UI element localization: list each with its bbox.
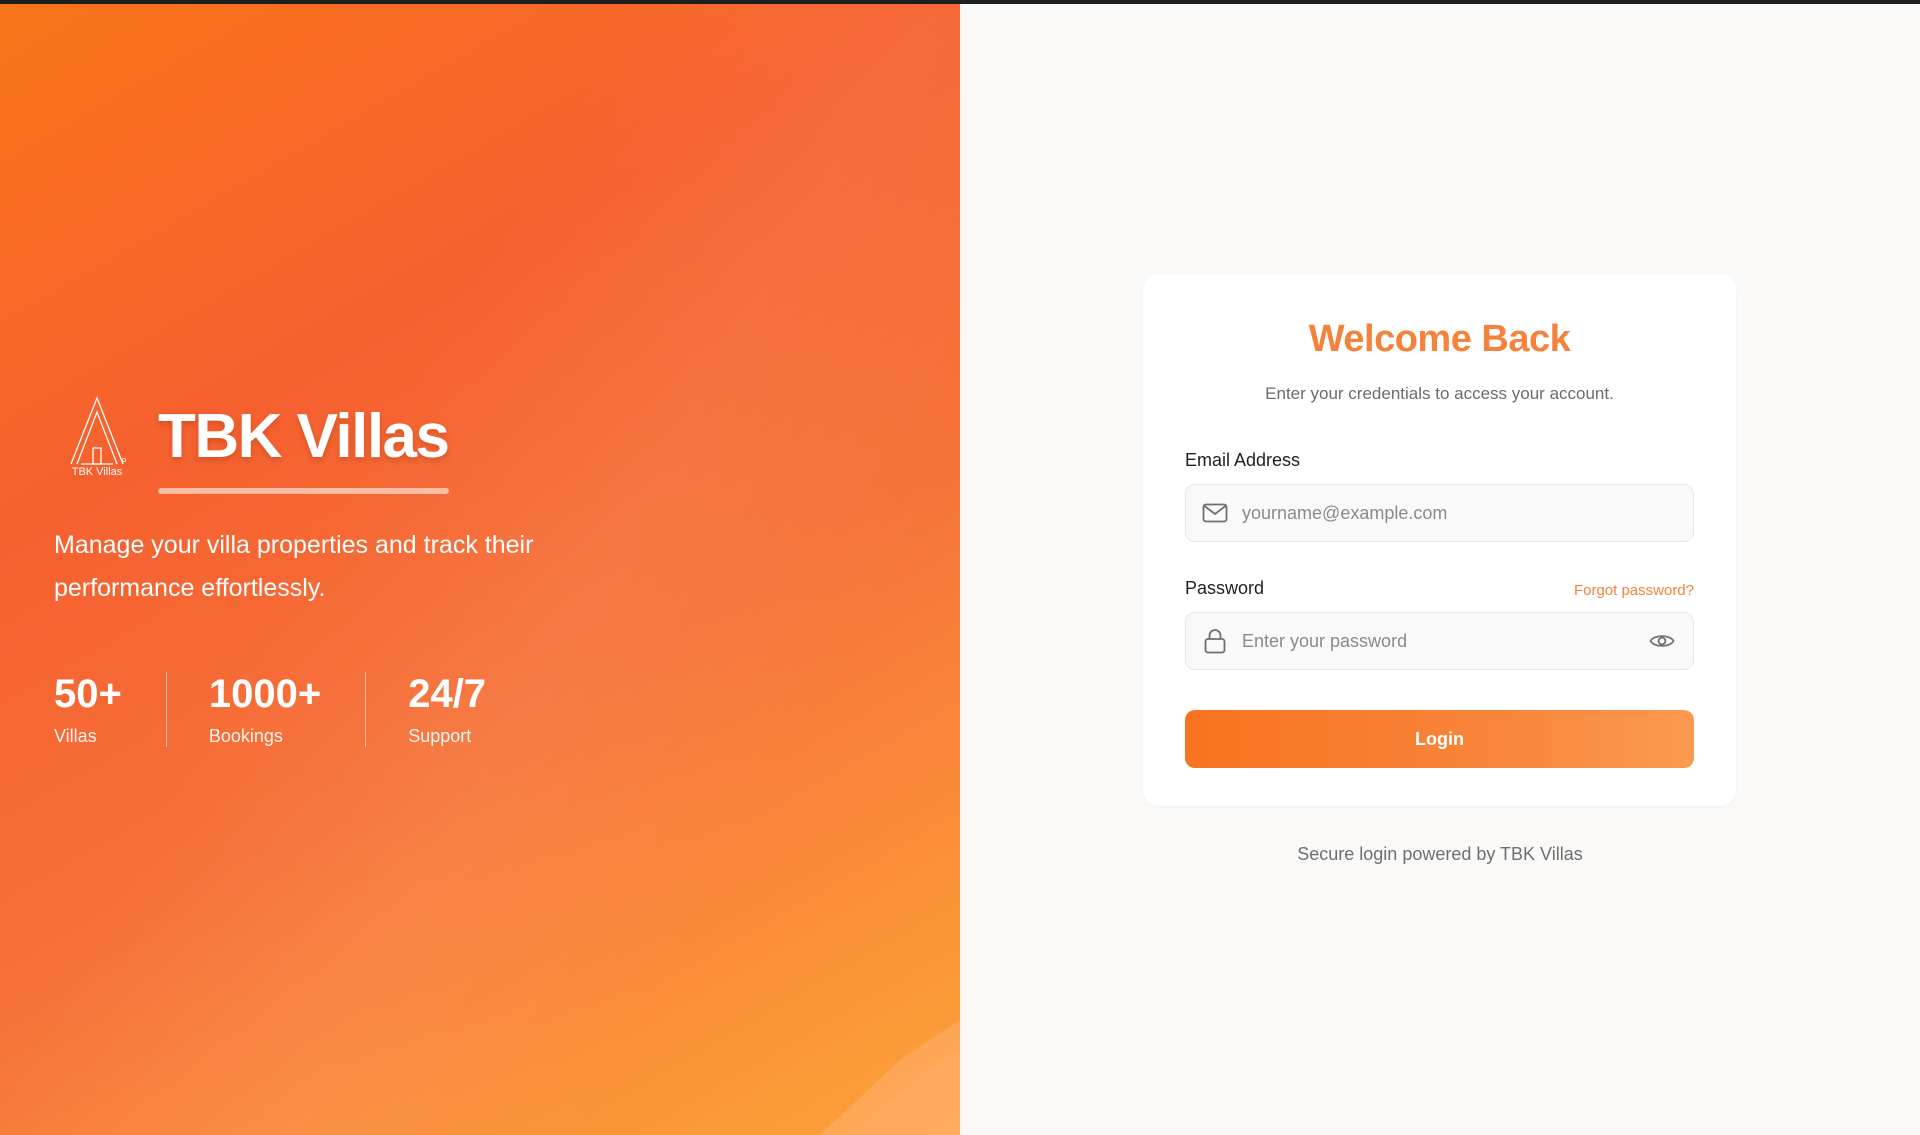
stat-bookings: 1000+ Bookings xyxy=(165,672,365,747)
secure-login-note: Secure login powered by TBK Villas xyxy=(1297,844,1583,864)
stat-label: Support xyxy=(408,726,472,746)
stat-value: 50+ xyxy=(54,672,122,716)
window-top-bar xyxy=(0,0,1920,4)
eye-icon[interactable] xyxy=(1647,626,1677,656)
forgot-password-link[interactable]: Forgot password? xyxy=(1574,582,1694,599)
logo-wordmark: TBK Villas xyxy=(71,466,123,478)
brand-title-underline xyxy=(158,488,449,494)
password-label: Password xyxy=(1185,578,1265,598)
mail-icon xyxy=(1202,500,1228,526)
login-title: Welcome Back xyxy=(1308,318,1571,360)
brand-title-wrap: TBK Villas xyxy=(158,402,450,494)
login-subtitle: Enter your credentials to access your ac… xyxy=(1265,384,1614,403)
stats-row: 50+ Villas 1000+ Bookings 24/7 Support xyxy=(54,672,530,747)
stat-villas: 50+ Villas xyxy=(54,672,166,747)
stat-value: 1000+ xyxy=(208,672,322,716)
password-input[interactable] xyxy=(1228,613,1647,669)
login-panel: Welcome Back Enter your credentials to a… xyxy=(960,4,1920,1135)
email-input[interactable] xyxy=(1228,485,1693,541)
lock-icon xyxy=(1202,628,1228,654)
password-field-box[interactable] xyxy=(1185,612,1694,670)
brand-tagline: Manage your villa properties and track t… xyxy=(54,531,534,602)
stat-value: 24/7 xyxy=(408,672,487,716)
stat-label: Villas xyxy=(54,726,97,746)
email-label: Email Address xyxy=(1185,450,1301,470)
stat-label: Bookings xyxy=(208,726,283,746)
brand-panel: TBK Villas TBK Villas Manage your villa … xyxy=(0,4,960,1135)
decorative-corner-shape xyxy=(820,1020,960,1135)
login-button[interactable]: Login xyxy=(1185,710,1694,768)
stat-support: 24/7 Support xyxy=(365,672,530,747)
tbk-villas-logo: TBK Villas xyxy=(64,392,130,482)
login-card: Welcome Back Enter your credentials to a… xyxy=(1143,274,1736,806)
villa-roof-icon xyxy=(70,396,127,465)
brand-header: TBK Villas TBK Villas xyxy=(64,392,450,494)
email-field-box[interactable] xyxy=(1185,484,1694,542)
brand-title: TBK Villas xyxy=(158,402,450,471)
